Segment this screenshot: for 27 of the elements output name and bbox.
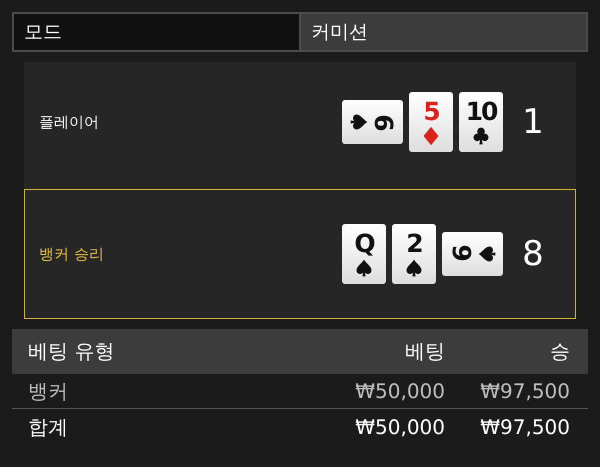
column-header: 승 <box>549 338 570 365</box>
card-rank: 10 <box>466 98 496 124</box>
mode-tab[interactable]: 커미션 <box>299 14 586 50</box>
card-rank: 5 <box>423 98 439 124</box>
hand-score: 1 <box>521 102 545 142</box>
spade-icon <box>476 244 496 264</box>
total-cell-text: ₩97,500 <box>479 415 570 439</box>
total-cell-text: ₩50,000 <box>354 415 445 439</box>
hand-label: 플레이어 <box>39 112 100 132</box>
table-cell-text: 뱅커 <box>28 378 69 404</box>
club-icon <box>471 126 491 146</box>
card-rank: 2 <box>406 230 422 256</box>
table-cell-text: ₩97,500 <box>479 379 570 403</box>
spade-icon <box>404 258 424 278</box>
spade-icon <box>354 258 374 278</box>
table-cell-text: ₩50,000 <box>354 379 445 403</box>
hand-score: 8 <box>521 234 545 274</box>
column-header: 베팅 <box>404 338 445 365</box>
card-rank: 6 <box>449 246 474 262</box>
diamond-icon <box>421 126 441 146</box>
hand-label: 뱅커 승리 <box>39 244 105 264</box>
mode-tab[interactable]: 모드 <box>14 14 299 50</box>
column-header: 베팅 유형 <box>28 338 116 365</box>
spade-icon <box>349 112 369 132</box>
total-cell-text: 합계 <box>28 414 69 440</box>
card-rank: 6 <box>371 114 396 130</box>
card-rank: Q <box>354 230 374 256</box>
